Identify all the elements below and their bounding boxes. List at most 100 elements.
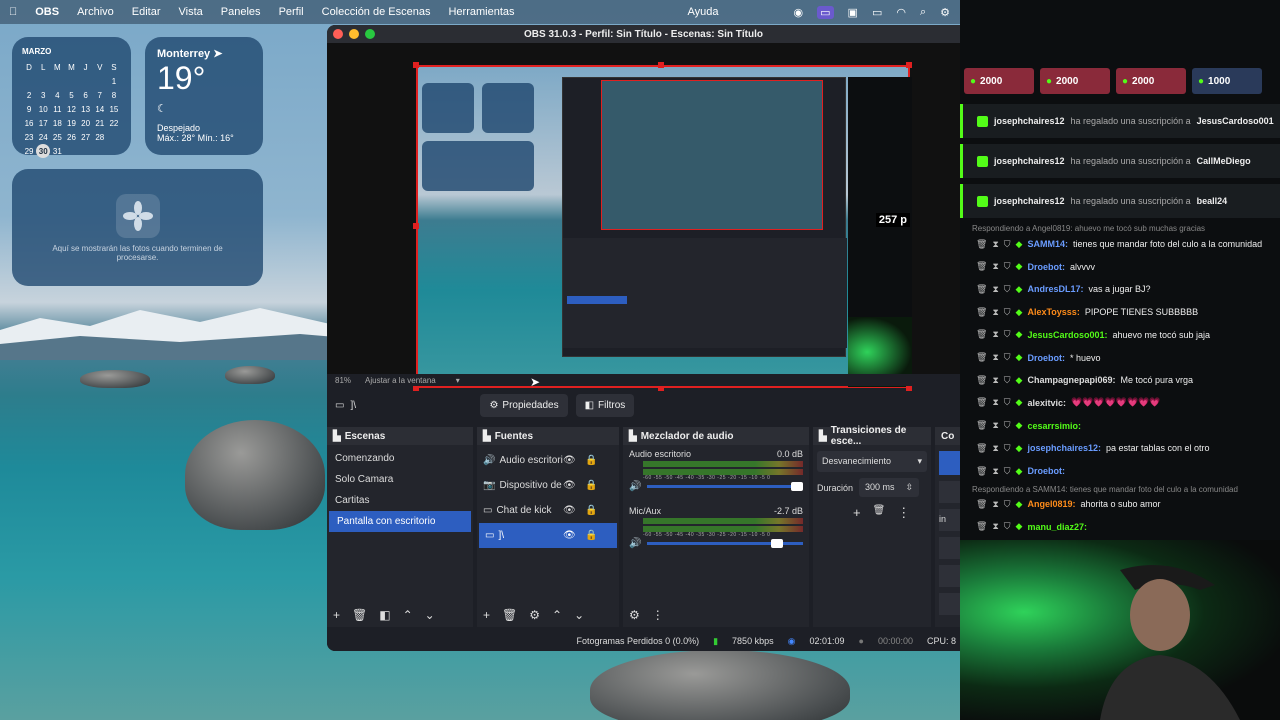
timeout-icon[interactable]: ⧗ [992,329,998,340]
chat-username[interactable]: AlexToysss: [1027,307,1079,317]
zoom-level[interactable]: 81% [335,376,351,385]
chat-message[interactable]: 🗑 ⧗ ⛉ ◆ cesarrsimio: [960,417,1280,435]
chat-username[interactable]: JesusCardoso001: [1027,330,1107,340]
chat-username[interactable]: manu_diaz27: [1027,522,1087,532]
up-arrow-icon[interactable]: ⌃ [552,608,562,622]
calendar-day[interactable] [93,144,107,158]
chat-message[interactable]: 🗑 ⧗ ⛉ ◆ alexitvic: 💗💗💗💗💗💗💗💗 [960,394,1280,412]
chat-username[interactable]: SAMM14: [1027,239,1068,249]
gift-badge[interactable]: ● 2000 [1040,68,1110,94]
chat-username[interactable]: Droebot: [1027,466,1065,476]
trash-icon[interactable]: 🗑 [976,499,987,510]
calendar-day[interactable]: 23 [22,130,36,144]
calendar-day[interactable]: 13 [79,102,93,116]
weather-widget[interactable]: Monterrey ➤ 19° ☾ Despejado Máx.: 28° Mí… [145,37,263,155]
chat-username[interactable]: alexitvic: [1027,398,1066,408]
trash-icon[interactable]: 🗑 [976,397,987,408]
sources-dock-header[interactable]: ▙ Fuentes [477,427,619,445]
calendar-day[interactable]: 5 [64,88,78,102]
gift-badge[interactable]: ● 1000 [1192,68,1262,94]
calendar-day[interactable]: 2 [22,88,36,102]
minimize-button[interactable] [349,29,359,39]
properties-button[interactable]: ⚙ Propiedades [480,393,568,417]
menu-ayuda[interactable]: Ayuda [688,6,719,18]
transitions-dock-header[interactable]: ▙ Transiciones de esce... [813,425,931,447]
chat-message[interactable]: 🗑 ⧗ ⛉ ◆ Angel0819: ahorita o subo amor [960,495,1280,513]
chat-message[interactable]: 🗑 ⧗ ⛉ ◆ Droebot: [960,462,1280,480]
calendar-day[interactable]: 26 [64,130,78,144]
down-arrow-icon[interactable]: ⌄ [574,608,584,622]
fit-select[interactable]: Ajustar a la ventana ▾ [365,376,460,385]
scene-item[interactable]: Solo Camara [327,469,473,490]
timeout-icon[interactable]: ⧗ [992,352,998,363]
trash-icon[interactable]: 🗑 [976,521,987,532]
calendar-day[interactable] [36,74,50,88]
gift-badge[interactable]: ● 2000 [1116,68,1186,94]
calendar-day[interactable] [93,74,107,88]
controls-button[interactable] [939,481,960,503]
obs-preview[interactable]: 257 p [327,43,960,391]
add-icon[interactable]: + [853,505,861,521]
app-menu[interactable]: OBS [35,6,59,18]
source-item[interactable]: 🔊 Audio escritorio 👁 🔒 [477,448,619,473]
chat-message[interactable]: 🗑 ⧗ ⛉ ◆ josephchaires12: pa estar tablas con … [960,439,1280,457]
search-icon[interactable]: ⌕ [920,6,926,19]
preview-source-frame[interactable]: 257 p [416,65,912,388]
calendar-day[interactable]: 7 [93,88,107,102]
mixer-dock-header[interactable]: ▙ Mezclador de audio [623,427,809,445]
chat-username[interactable]: josephchaires12: [1027,443,1101,453]
chat-message[interactable]: 🗑 ⧗ ⛉ ◆ SAMM14: tienes que mandar foto del cu… [960,235,1280,253]
gear-icon[interactable]: ⚙ [529,608,540,622]
chat-username[interactable]: Champagnepapi069: [1027,375,1115,385]
timeout-icon[interactable]: ⧗ [992,239,998,250]
menu-vista[interactable]: Vista [179,6,203,18]
calendar-day[interactable] [107,144,121,158]
calendar-widget[interactable]: MARZO D L M M J V S 1 2 3 4 5 6 7 8 9 10 11 12 13 14 15 16 17 18… [12,37,131,158]
transition-select[interactable]: Desvanecimiento ▾ [817,451,927,472]
scenes-dock-header[interactable]: ▙ Escenas [327,427,473,445]
controls-button[interactable] [939,451,960,475]
down-arrow-icon[interactable]: ⌄ [425,608,435,622]
more-icon[interactable]: ⋮ [652,608,664,622]
scene-item[interactable]: Comenzando [327,448,473,469]
controls-button[interactable]: in [939,509,960,531]
timeout-icon[interactable]: ⧗ [992,443,998,454]
calendar-day[interactable]: 27 [79,130,93,144]
calendar-day[interactable]: 21 [93,116,107,130]
gift-badge[interactable]: ● 2000 [964,68,1034,94]
volume-slider[interactable] [647,539,803,548]
chat-message[interactable]: 🗑 ⧗ ⛉ ◆ Droebot: alvvvv [960,258,1280,276]
screen-record-icon[interactable]: ▭ [817,5,834,19]
chat-username[interactable]: Droebot: [1027,262,1065,272]
slider-knob[interactable] [791,482,803,491]
slider-knob[interactable] [771,539,783,548]
source-item[interactable]: ▭ Chat de kick 👁 🔒 [477,498,619,523]
control-center-icon[interactable]: ⚙ [940,6,950,19]
calendar-day[interactable]: 12 [64,102,78,116]
trash-icon[interactable]: 🗑 [976,284,987,295]
calendar-day[interactable]: 3 [36,88,50,102]
calendar-day[interactable] [79,74,93,88]
calendar-day[interactable]: 25 [50,130,64,144]
battery-icon[interactable]: ▭ [872,6,882,19]
calendar-day[interactable]: 17 [36,116,50,130]
calendar-day[interactable] [50,74,64,88]
calendar-day[interactable]: 1 [107,74,121,88]
scene-item[interactable]: Cartitas [327,490,473,511]
trash-icon[interactable]: 🗑 [976,420,987,431]
scene-filter-icon[interactable]: ◧ [379,608,390,622]
trash-icon[interactable]: 🗑 [976,352,987,363]
zoom-button[interactable] [365,29,375,39]
controls-button[interactable] [939,565,960,587]
timeout-icon[interactable]: ⧗ [992,261,998,272]
timeout-icon[interactable]: ⧗ [992,307,998,318]
obs-status-icon[interactable]: ◉ [794,6,804,19]
up-arrow-icon[interactable]: ⌃ [403,608,413,622]
calendar-day[interactable]: 9 [22,102,36,116]
menu-archivo[interactable]: Archivo [77,6,114,18]
calendar-day[interactable]: 29 [22,144,36,158]
wifi-icon[interactable]: ◠ [896,6,906,19]
add-icon[interactable]: + [483,608,490,622]
speaker-icon[interactable]: 🔊 [629,538,641,549]
calendar-day[interactable]: 24 [36,130,50,144]
